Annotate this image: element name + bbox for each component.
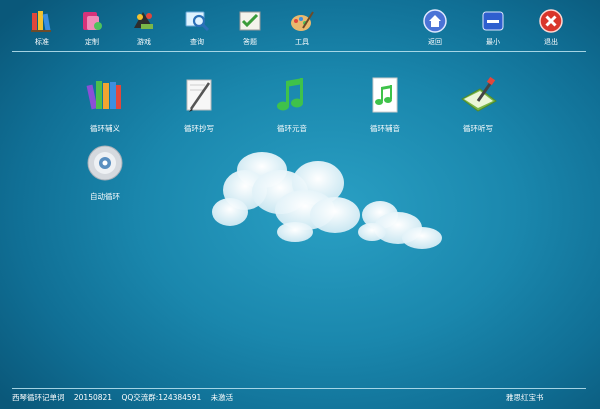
music-doc-icon (372, 77, 398, 113)
palette-icon (291, 11, 314, 31)
home-icon (423, 9, 447, 33)
answer-icon (239, 11, 261, 31)
game-icon (134, 12, 153, 29)
app-loop-copy[interactable]: 循环抄写 (159, 75, 239, 134)
cloud-image (212, 152, 442, 249)
toolbar-exit-button[interactable]: 退出 (531, 8, 571, 48)
app-loop-meaning-label: 循环辅义 (90, 124, 120, 133)
app-loop-dictation-label: 循环听写 (463, 124, 493, 133)
books-icon (86, 81, 121, 110)
toolbar-tools-button[interactable]: 工具 (282, 8, 322, 48)
toolbar-game-button[interactable]: 游戏 (124, 8, 164, 48)
customize-icon (83, 12, 102, 30)
toolbar-search-label: 查询 (190, 38, 204, 46)
music-note-icon (277, 78, 303, 111)
status-app-name: 西琴循环记单词 (12, 393, 65, 402)
toolbar-minimize-label: 最小 (486, 38, 500, 46)
toolbar-game-label: 游戏 (137, 38, 151, 46)
status-version: 20150821 (73, 393, 113, 402)
pen-icon (186, 79, 212, 112)
top-divider (12, 51, 586, 52)
writing-pad-icon (461, 76, 497, 112)
status-activation: 未激活 (210, 393, 234, 402)
minimize-icon (482, 11, 504, 31)
status-brand: 雅思红宝书 (506, 393, 544, 402)
search-icon (185, 11, 210, 32)
toolbar-answer-label: 答题 (243, 38, 257, 46)
toolbar-search-button[interactable]: 查询 (177, 8, 217, 48)
toolbar-minimize-button[interactable]: 最小 (473, 8, 513, 48)
toolbar-answer-button[interactable]: 答题 (230, 8, 270, 48)
toolbar-back-button[interactable]: 返回 (415, 8, 455, 48)
toolbar-standard-button[interactable]: 标准 (22, 8, 62, 48)
cd-icon (87, 145, 123, 181)
close-icon (539, 9, 563, 33)
app-loop-consonant[interactable]: 循环辅音 (345, 75, 425, 134)
toolbar-standard-label: 标准 (35, 38, 49, 46)
app-loop-dictation[interactable]: 循环听写 (438, 75, 518, 134)
app-loop-copy-label: 循环抄写 (184, 124, 214, 133)
app-loop-vowel[interactable]: 循环元音 (252, 75, 332, 134)
app-loop-vowel-label: 循环元音 (277, 124, 307, 133)
toolbar-back-label: 返回 (428, 38, 442, 46)
bottom-divider (12, 388, 586, 389)
books-icon (31, 11, 51, 32)
toolbar-tools-label: 工具 (295, 38, 309, 46)
app-auto-loop-label: 自动循环 (90, 192, 120, 201)
app-loop-consonant-label: 循环辅音 (370, 124, 400, 133)
toolbar-custom-label: 定制 (85, 38, 99, 46)
app-auto-loop[interactable]: 自动循环 (65, 143, 145, 202)
toolbar: 标准 定制 游戏 查询 答题 工具 返回 最小 退出 (0, 0, 600, 52)
app-loop-meaning[interactable]: 循环辅义 (65, 75, 145, 134)
toolbar-custom-button[interactable]: 定制 (72, 8, 112, 48)
toolbar-exit-label: 退出 (544, 38, 558, 46)
status-bar: 西琴循环记单词 20150821 QQ交流群:124384591 未激活 (12, 392, 240, 403)
status-qq-group: QQ交流群:124384591 (121, 393, 202, 402)
